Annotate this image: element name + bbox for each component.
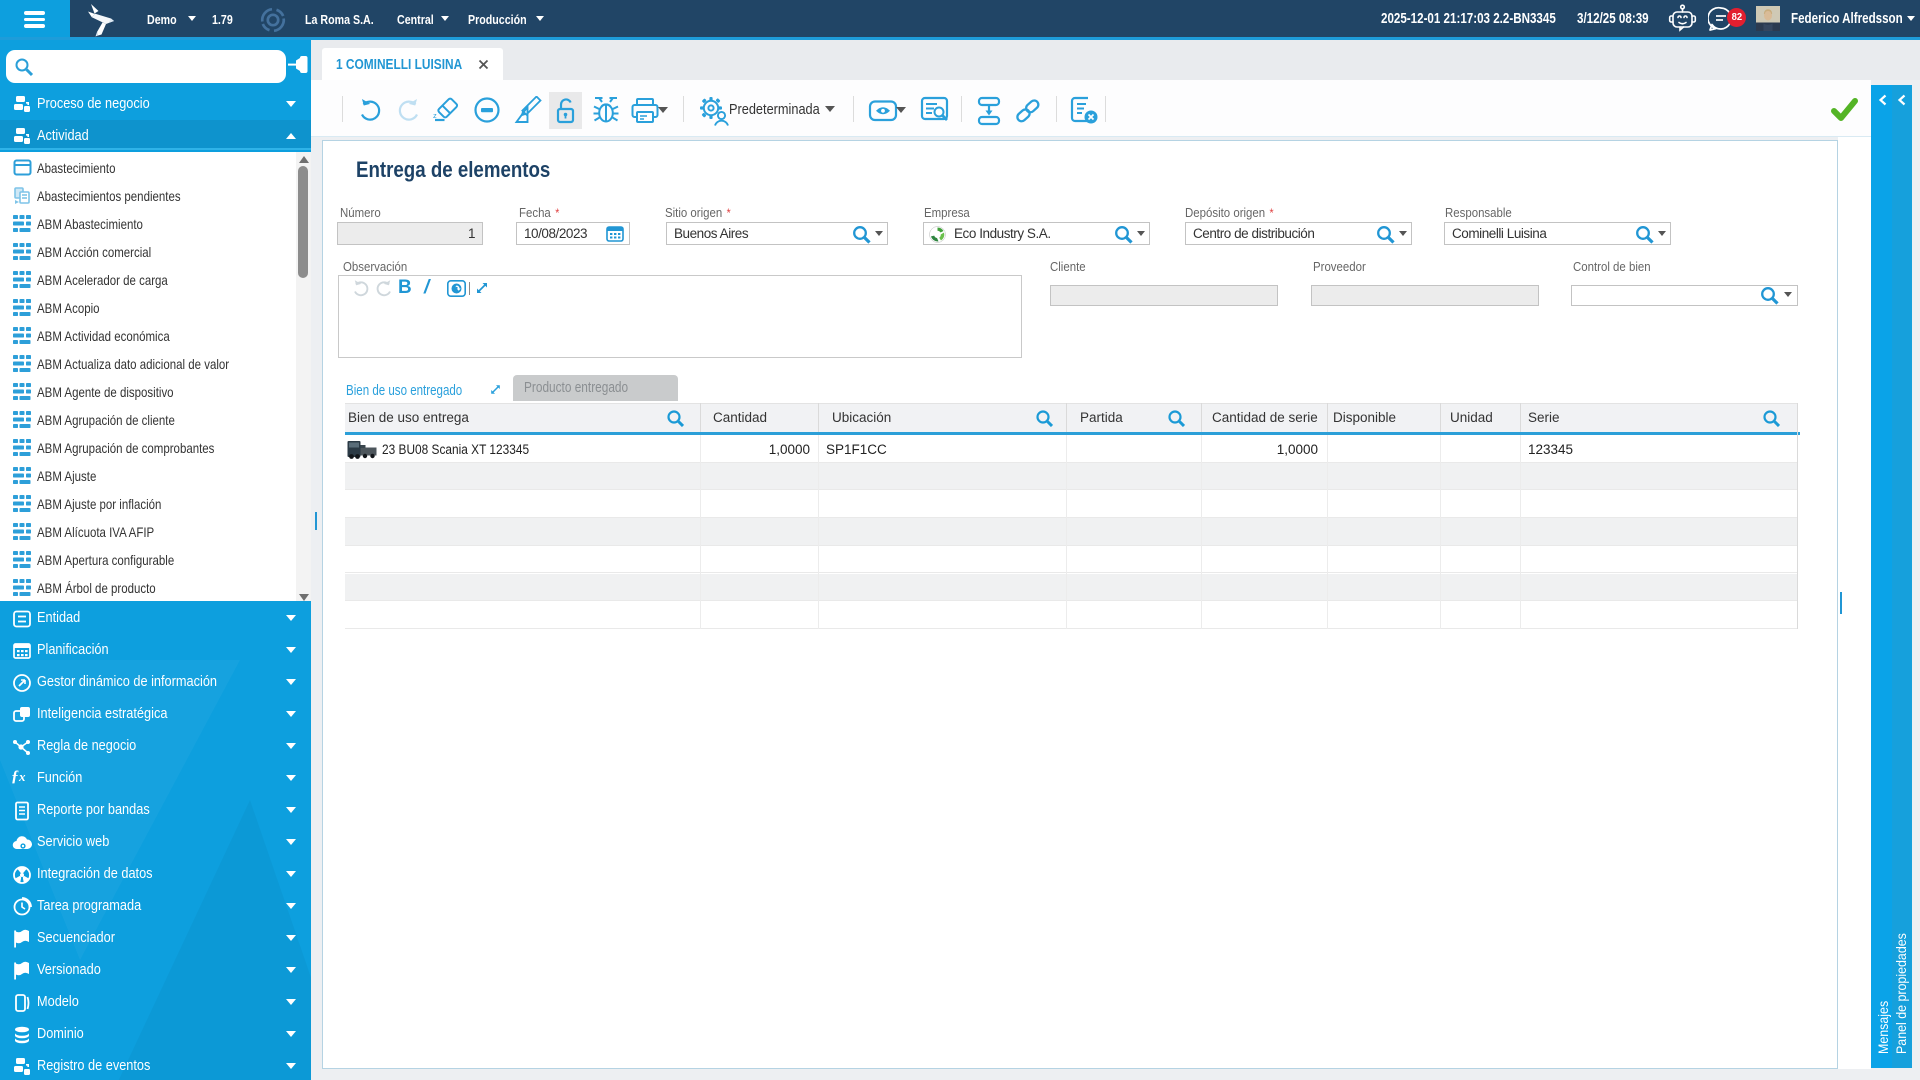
svg-text:z: z xyxy=(433,111,437,120)
